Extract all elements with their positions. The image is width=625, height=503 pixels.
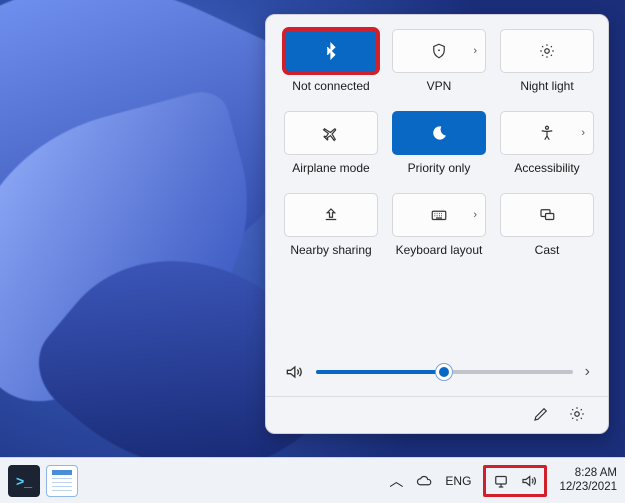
- terminal-icon: >_: [16, 473, 32, 489]
- airplane-mode-label: Airplane mode: [292, 161, 369, 175]
- nearby-sharing-label: Nearby sharing: [290, 243, 371, 257]
- airplane-icon: [322, 124, 340, 142]
- taskbar-clock[interactable]: 8:28 AM 12/23/2021: [559, 467, 617, 493]
- night-light-label: Night light: [520, 79, 573, 93]
- focus-assist-label: Priority only: [408, 161, 471, 175]
- clock-date: 12/23/2021: [559, 481, 617, 494]
- volume-tray-icon[interactable]: [520, 472, 538, 490]
- night-light-tile[interactable]: [500, 29, 594, 73]
- share-icon: [322, 206, 340, 224]
- clock-time: 8:28 AM: [575, 467, 617, 480]
- volume-slider-row: ›: [284, 362, 590, 382]
- speaker-icon[interactable]: [284, 362, 304, 382]
- language-indicator[interactable]: ENG: [445, 474, 471, 488]
- volume-slider[interactable]: [316, 370, 573, 374]
- settings-icon[interactable]: [568, 405, 586, 423]
- volume-expand-chevron[interactable]: ›: [585, 363, 590, 381]
- tray-overflow-chevron[interactable]: ︿: [389, 471, 403, 491]
- notepad-icon: [52, 470, 72, 492]
- brightness-icon: [538, 42, 556, 60]
- airplane-mode-tile[interactable]: [284, 111, 378, 155]
- taskbar-app-notepad[interactable]: [46, 465, 78, 497]
- bluetooth-tile[interactable]: [284, 29, 378, 73]
- chevron-right-icon: ›: [473, 209, 477, 221]
- keyboard-icon: [430, 206, 448, 224]
- quick-settings-panel: Not connected › VPN Night light Airplane…: [265, 14, 609, 434]
- volume-slider-fill: [316, 370, 444, 374]
- moon-icon: [430, 124, 448, 142]
- bluetooth-icon: [322, 42, 340, 60]
- panel-divider: [266, 396, 608, 397]
- network-icon[interactable]: [492, 472, 510, 490]
- taskbar: >_ ︿ ENG 8:28 AM 12/23/2021: [0, 457, 625, 503]
- person-icon: [538, 124, 556, 142]
- taskbar-app-terminal[interactable]: >_: [8, 465, 40, 497]
- cast-tile[interactable]: [500, 193, 594, 237]
- quick-settings-grid: Not connected › VPN Night light Airplane…: [284, 29, 590, 271]
- focus-assist-tile[interactable]: [392, 111, 486, 155]
- system-tray-highlight: [483, 465, 547, 497]
- panel-footer: [284, 405, 590, 423]
- cast-icon: [538, 206, 556, 224]
- vpn-label: VPN: [427, 79, 452, 93]
- edit-icon[interactable]: [532, 405, 550, 423]
- bluetooth-label: Not connected: [292, 79, 369, 93]
- volume-slider-thumb[interactable]: [436, 364, 452, 380]
- shield-icon: [430, 42, 448, 60]
- nearby-sharing-tile[interactable]: [284, 193, 378, 237]
- accessibility-tile[interactable]: ›: [500, 111, 594, 155]
- chevron-right-icon: ›: [473, 45, 477, 57]
- keyboard-layout-label: Keyboard layout: [396, 243, 483, 257]
- cast-label: Cast: [535, 243, 560, 257]
- chevron-right-icon: ›: [581, 127, 585, 139]
- onedrive-icon[interactable]: [415, 472, 433, 490]
- accessibility-label: Accessibility: [514, 161, 579, 175]
- keyboard-layout-tile[interactable]: ›: [392, 193, 486, 237]
- vpn-tile[interactable]: ›: [392, 29, 486, 73]
